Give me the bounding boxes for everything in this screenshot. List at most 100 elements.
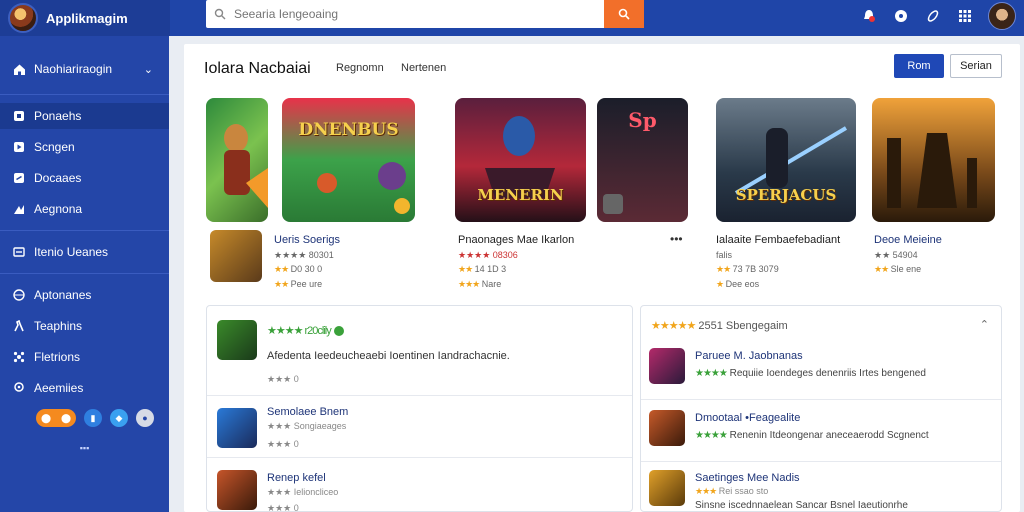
warrior-art: [224, 124, 268, 208]
bookmark-icon[interactable]: ▮: [84, 409, 102, 427]
sidebar-item-scngen[interactable]: Scngen: [0, 134, 169, 160]
user-avatar[interactable]: [988, 2, 1016, 30]
sidebar-item-label: Aptonanes: [34, 288, 92, 302]
rating-stars: ★★★: [458, 279, 480, 289]
notification-icon[interactable]: [860, 7, 878, 25]
record-icon: ⬤: [60, 412, 72, 423]
app-logo: [8, 3, 38, 33]
game-title[interactable]: Pnaonages Mae Ikarlon: [458, 234, 574, 246]
apps-grid-icon[interactable]: [956, 7, 974, 25]
puzzle-icon: [12, 350, 26, 364]
sidebar-section-label: Itenio Ueanes: [34, 245, 109, 259]
more-options-icon[interactable]: •••: [670, 232, 683, 246]
sidebar-section-header[interactable]: Itenio Ueanes: [0, 239, 169, 265]
search-input[interactable]: [234, 0, 604, 28]
sidebar-header[interactable]: Naohiariraogin ⌄: [0, 52, 169, 86]
game-thumbnail: [649, 348, 685, 384]
game-title[interactable]: Ialaaite Fembaefebadiant: [716, 234, 840, 246]
chart-icon: [12, 202, 26, 216]
top-icons: [860, 2, 1016, 30]
list-item-meta: ★★★ 0: [267, 374, 299, 384]
game-meta: D0 30 0: [290, 264, 323, 274]
search-button[interactable]: [604, 0, 644, 28]
secondary-button[interactable]: Serian: [950, 54, 1002, 78]
sidebar-item-label: Scngen: [34, 140, 75, 154]
game-subtitle: falis: [716, 250, 733, 260]
tab-regnomn[interactable]: Regnomn: [336, 62, 384, 74]
game-cover[interactable]: [206, 98, 268, 222]
toggle-pill[interactable]: ⬤ ⬤: [36, 409, 76, 427]
primary-button[interactable]: Rom: [894, 54, 944, 78]
list-item[interactable]: Semolaee Bnem ★★★ Songiaeages ★★★ 0: [207, 396, 632, 458]
game-rating: ★★★★ 08306: [458, 250, 518, 260]
search-bar: [206, 0, 644, 28]
rating-stars: ★★: [874, 264, 889, 274]
play-icon: [12, 140, 26, 154]
game-logo-icon: [603, 194, 623, 214]
game-meta: 73 7B 3079: [732, 264, 779, 274]
help-icon[interactable]: [892, 7, 910, 25]
sidebar-item-label: Aegnona: [34, 202, 83, 216]
list-item-title: Renep kefel: [267, 472, 326, 484]
recommendations-card: ★★★★★ 2551 Sbengegaim ⌃ Paruee M. Jaobna…: [640, 305, 1002, 512]
pin-icon: [12, 381, 26, 395]
rating-stars: ★★: [274, 279, 289, 289]
sidebar-item-label: Fletrions: [34, 350, 81, 364]
list-item-title: Paruee M. Jaobnanas: [695, 350, 803, 362]
sidebar-item-label: Aeemiies: [34, 381, 84, 395]
list-item-desc: Afedenta Ieedeucheaebi Ioentinen Iandrac…: [267, 350, 510, 362]
game-cover[interactable]: SPERJACUS: [716, 98, 856, 222]
game-cover[interactable]: [872, 98, 995, 222]
divider: [0, 230, 169, 231]
record-icon: ⬤: [40, 412, 52, 423]
person-icon: [12, 319, 26, 333]
game-meta: Sle ene: [890, 264, 922, 274]
cover-title: MENERIN: [477, 186, 564, 204]
sidebar-item-teaphins[interactable]: Teaphins: [0, 313, 169, 339]
recommendations-header: ★★★★★ 2551 Sbengegaim: [651, 320, 788, 332]
chevron-up-icon[interactable]: ⌃: [980, 318, 989, 331]
sidebar-footer: ▪▪▪: [79, 443, 90, 453]
search-icon: [618, 8, 630, 20]
chevron-down-icon: ⌄: [143, 63, 153, 76]
list-item[interactable]: Paruee M. Jaobnanas ★★★★ Requiie Ioendeg…: [641, 338, 1001, 400]
list-item-header: ★★★★ r20clily: [267, 324, 344, 337]
game-cover[interactable]: DNENBUS: [282, 98, 415, 222]
app-name: Applikmagim: [46, 10, 128, 26]
rating-stars: ★★: [716, 264, 731, 274]
sidebar-item-fletrions[interactable]: Fletrions: [0, 344, 169, 370]
game-cover[interactable]: Sp: [597, 98, 688, 222]
game-cover[interactable]: MENERIN: [455, 98, 586, 222]
tab-nertenen[interactable]: Nertenen: [401, 62, 446, 74]
game-thumbnail: [217, 320, 257, 360]
search-icon: [206, 0, 234, 28]
game-meta: Nare: [481, 279, 502, 289]
list-item[interactable]: Renep kefel ★★★ Ielioncliceo ★★★ 0: [207, 458, 632, 512]
sidebar-item-aptonanes[interactable]: Aptonanes: [0, 282, 169, 308]
compass-icon[interactable]: ◆: [110, 409, 128, 427]
sidebar-item-docaaes[interactable]: Docaaes: [0, 165, 169, 191]
chat-icon[interactable]: ●: [136, 409, 154, 427]
list-item[interactable]: Saetinges Mee Nadis ★★★ Rei ssao sto Sin…: [641, 462, 1001, 512]
list-item-title: Dmootaal •Feagealite: [695, 412, 801, 424]
sidebar-item-aeemiies[interactable]: Aeemiies: [0, 375, 169, 401]
game-thumbnail: [649, 470, 685, 506]
rating-stars: ★: [716, 279, 724, 289]
sidebar: Naohiariraogin ⌄ Ponaehs Scngen Docaaes …: [0, 36, 169, 512]
list-item-desc: ★★★ Songiaeages: [267, 421, 347, 431]
cover-title: Sp: [628, 108, 657, 132]
sidebar-item-ponaehs[interactable]: Ponaehs: [0, 103, 169, 129]
list-item-title: Semolaee Bnem: [267, 406, 349, 418]
game-title[interactable]: Deoe Meieine: [874, 234, 942, 246]
game-title[interactable]: Ueris Soerigs: [274, 234, 340, 246]
sidebar-item-aegnona[interactable]: Aegnona: [0, 196, 169, 222]
game-meta: 14 1D 3: [474, 264, 507, 274]
game-rating: ★★ 54904: [874, 250, 918, 260]
game-thumbnail[interactable]: [210, 230, 262, 282]
edit-icon[interactable]: [924, 7, 942, 25]
brand[interactable]: Applikmagim: [0, 0, 170, 36]
list-item[interactable]: Dmootaal •Feagealite ★★★★ Renenin Itdeon…: [641, 400, 1001, 462]
list-item-title: Saetinges Mee Nadis: [695, 472, 800, 484]
game-meta: Dee eos: [725, 279, 760, 289]
list-item[interactable]: ★★★★ r20clily Afedenta Ieedeucheaebi Ioe…: [207, 306, 632, 396]
